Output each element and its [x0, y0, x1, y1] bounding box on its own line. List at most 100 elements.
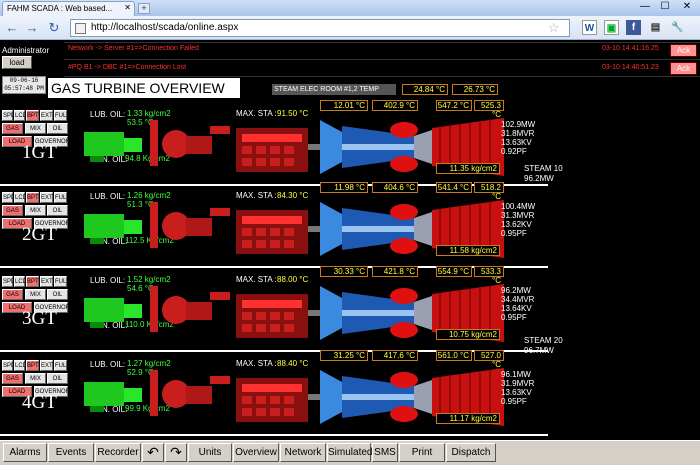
- redo-icon[interactable]: ↷: [165, 443, 187, 462]
- temp-readout-3: 554.9 °C: [436, 266, 472, 277]
- mode-gas-button[interactable]: GAS: [2, 205, 23, 216]
- max-sta-value: 84.30 °C: [277, 191, 309, 200]
- mode-bpt-button[interactable]: BPT: [26, 276, 39, 287]
- mode-bpt-button[interactable]: BPT: [26, 192, 39, 203]
- mode-spd-button[interactable]: SPD: [2, 276, 15, 287]
- unit-row-4: SPD LCD BPT EXT FUL GAS MIX OIL LOAD GOVERNOR 4GT L…: [0, 350, 548, 440]
- network-button[interactable]: Network: [280, 443, 326, 462]
- mode-spd-button[interactable]: SPD: [2, 110, 15, 121]
- mode-mix-button[interactable]: MIX: [25, 123, 46, 134]
- unit-divider: [0, 434, 548, 436]
- events-button[interactable]: Events: [48, 443, 94, 462]
- wikipedia-icon[interactable]: W: [582, 20, 597, 35]
- exhaust-pressure: 11.35 kg/cm2: [436, 163, 500, 174]
- combustor-icon: [390, 288, 418, 304]
- ack-button[interactable]: Ack: [670, 62, 697, 75]
- pump-coupling: [186, 136, 212, 154]
- reactive-power-mvr: 31.9MVR: [501, 379, 535, 388]
- mode-gas-button[interactable]: GAS: [2, 123, 23, 134]
- mode-ful-button[interactable]: FUL: [54, 276, 67, 287]
- ack-button[interactable]: Ack: [670, 44, 697, 57]
- mode-lcd-button[interactable]: LCD: [14, 360, 27, 371]
- steam-unit-label: STEAM 20: [524, 336, 563, 345]
- alarm-divider: [64, 76, 700, 77]
- back-button[interactable]: ←: [4, 20, 20, 36]
- minimize-button[interactable]: —: [636, 1, 654, 14]
- temp-readout-2: 417.6 °C: [372, 350, 418, 361]
- pump-outlet: [210, 126, 230, 134]
- page-icon: [75, 23, 86, 34]
- temp-readout-4: 525.3 °C: [474, 100, 504, 119]
- reload-button[interactable]: ↻: [46, 20, 62, 36]
- mode-bpt-button[interactable]: BPT: [26, 360, 39, 371]
- mode-ext-button[interactable]: EXT: [40, 360, 53, 371]
- forward-button[interactable]: →: [24, 20, 40, 36]
- mode-mix-button[interactable]: MIX: [25, 373, 46, 384]
- voltage-kv: 13.62KV: [501, 220, 532, 229]
- mode-ext-button[interactable]: EXT: [40, 192, 53, 203]
- mode-ext-button[interactable]: EXT: [40, 276, 53, 287]
- undo-icon[interactable]: ↶: [142, 443, 164, 462]
- mode-oil-button[interactable]: OIL: [47, 373, 68, 384]
- bookmark-star-icon[interactable]: ☆: [548, 20, 560, 36]
- mode-spd-button[interactable]: SPD: [2, 360, 15, 371]
- maximize-button[interactable]: ☐: [656, 1, 674, 14]
- mode-mix-button[interactable]: MIX: [25, 205, 46, 216]
- oil-pipe: [150, 120, 158, 166]
- page-title: GAS TURBINE OVERVIEW: [48, 78, 240, 98]
- unit-name: 4GT: [22, 392, 57, 413]
- wrench-icon[interactable]: 🔧: [670, 20, 685, 35]
- page-menu-icon[interactable]: ▤: [648, 20, 663, 35]
- mode-ful-button[interactable]: FUL: [54, 192, 67, 203]
- mode-oil-button[interactable]: OIL: [47, 123, 68, 134]
- compressor-inlet-icon: [320, 286, 342, 340]
- recorder-button[interactable]: Recorder: [95, 443, 141, 462]
- mode-gas-button[interactable]: GAS: [2, 289, 23, 300]
- pump-icon: [162, 212, 190, 240]
- simulated-button[interactable]: Simulated: [327, 443, 372, 462]
- unit-name: 2GT: [22, 224, 57, 245]
- pump-coupling: [186, 218, 212, 236]
- generator-foot: [90, 406, 104, 412]
- alarm-divider: [64, 59, 700, 60]
- turbine-icon: [414, 296, 432, 330]
- browser-tab[interactable]: FAHM SCADA : Web based... ✕: [2, 1, 135, 16]
- mode-oil-button[interactable]: OIL: [47, 205, 68, 216]
- mode-ful-button[interactable]: FUL: [54, 360, 67, 371]
- max-sta-label: MAX. STA :: [236, 109, 277, 118]
- unit-name: 3GT: [22, 308, 57, 329]
- temp-readout-2: 402.9 °C: [372, 100, 418, 111]
- reactive-power-mvr: 34.4MVR: [501, 295, 535, 304]
- mode-ext-button[interactable]: EXT: [40, 110, 53, 121]
- pump-outlet: [210, 376, 230, 384]
- facebook-icon[interactable]: f: [626, 20, 641, 35]
- close-window-button[interactable]: ✕: [678, 1, 696, 14]
- tab-close-icon[interactable]: ✕: [124, 3, 131, 12]
- units-button[interactable]: Units: [188, 443, 232, 462]
- dispatch-button[interactable]: Dispatch: [446, 443, 496, 462]
- mode-lcd-button[interactable]: LCD: [14, 110, 27, 121]
- compressor-inlet-icon: [320, 370, 342, 424]
- address-bar[interactable]: http://localhost/scada/online.aspx: [70, 19, 570, 37]
- alarms-button[interactable]: Alarms: [3, 443, 47, 462]
- overview-button[interactable]: Overview: [233, 443, 279, 462]
- mode-lcd-button[interactable]: LCD: [14, 192, 27, 203]
- mode-bpt-button[interactable]: BPT: [26, 110, 39, 121]
- load-button[interactable]: load: [2, 56, 32, 69]
- mode-oil-button[interactable]: OIL: [47, 289, 68, 300]
- mode-lcd-button[interactable]: LCD: [14, 276, 27, 287]
- temp-readout-4: 518.2 °C: [474, 182, 504, 201]
- mode-gas-button[interactable]: GAS: [2, 373, 23, 384]
- temp-readout-1: 12.01 °C: [320, 100, 368, 111]
- exhaust-pressure: 11.58 kg/cm2: [436, 245, 500, 256]
- power-mw: 102.9MW: [501, 120, 536, 129]
- pump-coupling: [186, 302, 212, 320]
- mode-ful-button[interactable]: FUL: [54, 110, 67, 121]
- sms-button[interactable]: SMS: [372, 443, 398, 462]
- extension-icon[interactable]: ▣: [604, 20, 619, 35]
- new-tab-button[interactable]: +: [138, 3, 150, 14]
- print-button[interactable]: Print: [399, 443, 445, 462]
- mode-spd-button[interactable]: SPD: [2, 192, 15, 203]
- temp-readout-2: 421.8 °C: [372, 266, 418, 277]
- mode-mix-button[interactable]: MIX: [25, 289, 46, 300]
